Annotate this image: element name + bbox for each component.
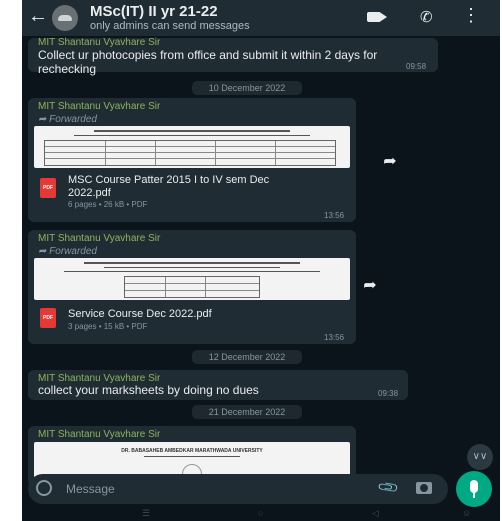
date-chip: 12 December 2022 — [192, 350, 302, 364]
chat-screen: ← MSc(IT) II yr 21-22 only admins can se… — [22, 0, 500, 521]
message-text: collect your marksheets by doing no dues — [38, 383, 259, 397]
forwarded-text: Forwarded — [49, 114, 97, 125]
voice-call-icon[interactable]: ✆ — [420, 8, 433, 26]
document-meta: 6 pages • 26 kB • PDF — [68, 200, 148, 209]
scroll-down-button[interactable]: ∨∨ — [467, 444, 493, 470]
message-sender: MIT Shantanu Vyavhare Sir — [38, 429, 161, 440]
forwarded-label: ➦ Forwarded — [38, 114, 97, 125]
document-name: Service Course Dec 2022.pdf — [68, 308, 212, 320]
accessibility-icon[interactable]: ☺ — [462, 508, 471, 518]
attach-icon[interactable]: 📎 — [377, 475, 401, 499]
document-preview[interactable] — [34, 126, 350, 168]
document-name: MSC Course Patter 2015 I to IV sem Dec 2… — [68, 174, 270, 199]
more-options-icon[interactable]: ⋮ — [462, 6, 480, 24]
message-input-bar[interactable]: Message 📎 — [28, 474, 448, 504]
message-time: 09:38 — [378, 389, 399, 398]
date-chip: 21 December 2022 — [192, 405, 302, 419]
group-subtitle: only admins can send messages — [90, 20, 250, 32]
document-message-bubble[interactable]: MIT Shantanu Vyavhare Sir ➦ Forwarded PD… — [28, 230, 356, 344]
share-icon[interactable]: ➦ — [358, 274, 382, 298]
emoji-icon[interactable] — [36, 480, 52, 496]
forwarded-label: ➦ Forwarded — [38, 246, 97, 257]
message-bubble[interactable]: MIT Shantanu Vyavhare Sir collect your m… — [28, 370, 408, 400]
message-input[interactable]: Message — [66, 482, 115, 496]
document-preview-heading: DR. BABASAHEB AMBEDKAR MARATHWADA UNIVER… — [121, 448, 263, 454]
share-icon[interactable]: ➦ — [378, 150, 402, 174]
document-meta: 3 pages • 15 kB • PDF — [68, 322, 148, 331]
video-call-icon[interactable] — [367, 12, 387, 22]
message-bubble[interactable]: MIT Shantanu Vyavhare Sir Collect ur pho… — [28, 37, 438, 76]
back-arrow-icon[interactable]: ← — [28, 6, 48, 26]
forwarded-text: Forwarded — [49, 246, 97, 257]
group-title[interactable]: MSc(IT) II yr 21-22 — [90, 3, 218, 20]
document-message-bubble[interactable]: MIT Shantanu Vyavhare Sir ➦ Forwarded PD… — [28, 98, 356, 222]
pdf-icon: PDF — [40, 178, 56, 198]
message-time: 13:56 — [324, 333, 345, 342]
document-preview[interactable] — [34, 258, 350, 300]
home-icon[interactable]: ○ — [258, 508, 263, 518]
group-avatar[interactable] — [52, 5, 78, 31]
nav-back-icon[interactable]: ◁ — [372, 508, 379, 519]
group-icon — [58, 15, 72, 21]
camera-icon[interactable] — [416, 482, 432, 494]
date-chip: 10 December 2022 — [192, 81, 302, 95]
mic-icon — [470, 480, 478, 493]
message-sender: MIT Shantanu Vyavhare Sir — [38, 37, 161, 48]
pdf-icon: PDF — [40, 308, 56, 328]
chat-header: ← MSc(IT) II yr 21-22 only admins can se… — [22, 0, 500, 36]
message-sender: MIT Shantanu Vyavhare Sir — [38, 101, 161, 112]
message-time: 13:56 — [324, 211, 345, 220]
recents-icon[interactable]: ☰ — [142, 508, 150, 519]
message-time: 09:58 — [406, 62, 427, 71]
message-text: Collect ur photocopies from office and s… — [38, 48, 378, 76]
system-nav-bar: ☰ ○ ◁ ☺ — [22, 508, 500, 521]
mic-button[interactable] — [456, 471, 492, 507]
message-sender: MIT Shantanu Vyavhare Sir — [38, 233, 161, 244]
